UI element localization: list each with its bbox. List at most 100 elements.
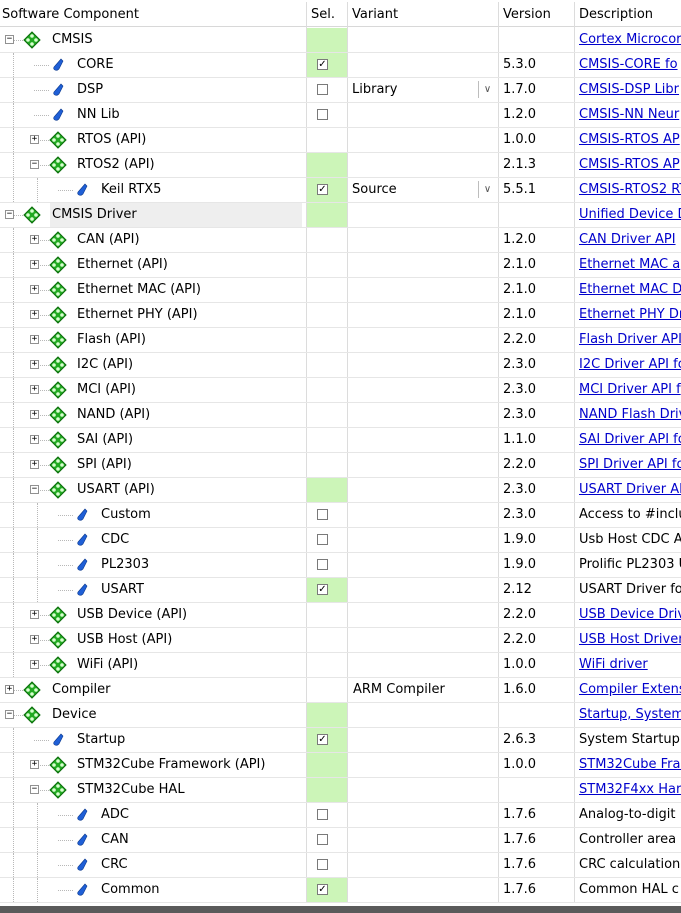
component-row[interactable]: Startup ✓ 2.6.3 System Startup f [0, 728, 681, 753]
description-link[interactable]: WiFi driver [579, 657, 648, 672]
component-row[interactable]: CAN 1.7.6 Controller area r [0, 828, 681, 853]
component-row[interactable]: − RTOS2 (API) 2.1.3 CMSIS-RTOS AP [0, 153, 681, 178]
unchecked-checkbox[interactable] [317, 809, 328, 820]
description-link[interactable]: CMSIS-NN Neur [579, 107, 679, 122]
component-row[interactable]: Custom 2.3.0 Access to #inclu [0, 503, 681, 528]
header-sel[interactable]: Sel. [306, 2, 347, 28]
description-link[interactable]: USART Driver AP [579, 482, 681, 497]
description-link[interactable]: Startup, System [579, 707, 681, 722]
expand-icon[interactable]: + [5, 685, 14, 694]
expand-icon[interactable]: + [30, 285, 39, 294]
expand-icon[interactable]: + [30, 760, 39, 769]
component-row[interactable]: + Ethernet PHY (API) 2.1.0 Ethernet PHY Dr [0, 303, 681, 328]
component-row[interactable]: + STM32Cube Framework (API) 1.0.0 STM32Cube… [0, 753, 681, 778]
expand-icon[interactable]: + [30, 610, 39, 619]
expand-icon[interactable]: + [30, 460, 39, 469]
description-link[interactable]: CMSIS-DSP Libr [579, 82, 679, 97]
description-link[interactable]: USB Device Driv [579, 607, 681, 622]
checked-checkbox[interactable]: ✓ [317, 59, 328, 70]
component-row[interactable]: − STM32Cube HAL STM32F4xx Hard [0, 778, 681, 803]
component-row[interactable]: + Compiler ARM Compiler 1.6.0 Compiler Exten… [0, 678, 681, 703]
component-row[interactable]: − USART (API) 2.3.0 USART Driver AP [0, 478, 681, 503]
collapse-icon[interactable]: − [5, 210, 14, 219]
description-link[interactable]: Cortex Microcor [579, 32, 681, 47]
variant-cell[interactable]: Library ∨ [347, 78, 498, 102]
description-link[interactable]: CMSIS-RTOS2 RT [579, 182, 681, 197]
checked-checkbox[interactable]: ✓ [317, 184, 328, 195]
component-row[interactable]: + NAND (API) 2.3.0 NAND Flash Driv [0, 403, 681, 428]
description-link[interactable]: MCI Driver API f [579, 382, 681, 397]
component-row[interactable]: + USB Host (API) 2.2.0 USB Host Driver [0, 628, 681, 653]
expand-icon[interactable]: + [30, 235, 39, 244]
component-row[interactable]: Common ✓ 1.7.6 Common HAL c [0, 878, 681, 903]
component-row[interactable]: + SAI (API) 1.1.0 SAI Driver API fo [0, 428, 681, 453]
collapse-icon[interactable]: − [30, 160, 39, 169]
component-row[interactable]: + SPI (API) 2.2.0 SPI Driver API fo [0, 453, 681, 478]
expand-icon[interactable]: + [30, 660, 39, 669]
unchecked-checkbox[interactable] [317, 859, 328, 870]
description-link[interactable]: Ethernet MAC D [579, 282, 681, 297]
component-row[interactable]: − Device Startup, System [0, 703, 681, 728]
description-link[interactable]: NAND Flash Driv [579, 407, 681, 422]
header-description[interactable]: Description [574, 2, 681, 28]
expand-icon[interactable]: + [30, 385, 39, 394]
description-link[interactable]: Unified Device D [579, 207, 681, 222]
expand-icon[interactable]: + [30, 135, 39, 144]
header-variant[interactable]: Variant [347, 2, 498, 28]
description-link[interactable]: STM32Cube Fran [579, 757, 681, 772]
chevron-down-icon[interactable]: ∨ [478, 81, 496, 98]
variant-cell[interactable]: Source ∨ [347, 178, 498, 202]
component-row[interactable]: + WiFi (API) 1.0.0 WiFi driver [0, 653, 681, 678]
description-link[interactable]: Compiler Extens [579, 682, 681, 697]
collapse-icon[interactable]: − [30, 785, 39, 794]
component-row[interactable]: + MCI (API) 2.3.0 MCI Driver API f [0, 378, 681, 403]
expand-icon[interactable]: + [30, 260, 39, 269]
checked-checkbox[interactable]: ✓ [317, 884, 328, 895]
description-link[interactable]: CMSIS-CORE fo [579, 57, 678, 72]
collapse-icon[interactable]: − [5, 710, 14, 719]
chevron-down-icon[interactable]: ∨ [478, 181, 496, 198]
unchecked-checkbox[interactable] [317, 509, 328, 520]
unchecked-checkbox[interactable] [317, 559, 328, 570]
expand-icon[interactable]: + [30, 335, 39, 344]
expand-icon[interactable]: + [30, 310, 39, 319]
header-software-component[interactable]: Software Component [0, 2, 306, 28]
description-link[interactable]: STM32F4xx Hard [579, 782, 681, 797]
component-row[interactable]: + I2C (API) 2.3.0 I2C Driver API fo [0, 353, 681, 378]
collapse-icon[interactable]: − [30, 485, 39, 494]
component-row[interactable]: PL2303 1.9.0 Prolific PL2303 U [0, 553, 681, 578]
description-link[interactable]: CMSIS-RTOS AP [579, 157, 680, 172]
unchecked-checkbox[interactable] [317, 534, 328, 545]
expand-icon[interactable]: + [30, 410, 39, 419]
component-row[interactable]: + Ethernet MAC (API) 2.1.0 Ethernet MAC D [0, 278, 681, 303]
component-row[interactable]: CDC 1.9.0 Usb Host CDC A [0, 528, 681, 553]
description-link[interactable]: CAN Driver API [579, 232, 676, 247]
description-link[interactable]: USB Host Driver [579, 632, 681, 647]
component-row[interactable]: DSP Library ∨ 1.7.0 CMSIS-DSP Libr [0, 78, 681, 103]
component-row[interactable]: − CMSIS Driver Unified Device D [0, 203, 681, 228]
expand-icon[interactable]: + [30, 360, 39, 369]
description-link[interactable]: SPI Driver API fo [579, 457, 681, 472]
description-link[interactable]: Ethernet MAC a [579, 257, 680, 272]
description-link[interactable]: I2C Driver API fo [579, 357, 681, 372]
component-row[interactable]: + Ethernet (API) 2.1.0 Ethernet MAC a [0, 253, 681, 278]
checked-checkbox[interactable]: ✓ [317, 734, 328, 745]
unchecked-checkbox[interactable] [317, 84, 328, 95]
expand-icon[interactable]: + [30, 635, 39, 644]
description-link[interactable]: Flash Driver API [579, 332, 681, 347]
component-row[interactable]: − CMSIS Cortex Microcor [0, 28, 681, 53]
component-row[interactable]: CORE ✓ 5.3.0 CMSIS-CORE fo [0, 53, 681, 78]
description-link[interactable]: Ethernet PHY Dr [579, 307, 681, 322]
unchecked-checkbox[interactable] [317, 109, 328, 120]
expand-icon[interactable]: + [30, 435, 39, 444]
horizontal-scrollbar[interactable] [0, 906, 681, 913]
header-version[interactable]: Version [498, 2, 574, 28]
checked-checkbox[interactable]: ✓ [317, 584, 328, 595]
component-row[interactable]: Keil RTX5 ✓ Source ∨ 5.5.1 CMSIS-RTOS2 RT [0, 178, 681, 203]
description-link[interactable]: SAI Driver API fo [579, 432, 681, 447]
description-link[interactable]: CMSIS-RTOS AP [579, 132, 680, 147]
component-row[interactable]: + USB Device (API) 2.2.0 USB Device Driv [0, 603, 681, 628]
component-row[interactable]: + CAN (API) 1.2.0 CAN Driver API [0, 228, 681, 253]
component-row[interactable]: + Flash (API) 2.2.0 Flash Driver API [0, 328, 681, 353]
component-row[interactable]: NN Lib 1.2.0 CMSIS-NN Neur [0, 103, 681, 128]
